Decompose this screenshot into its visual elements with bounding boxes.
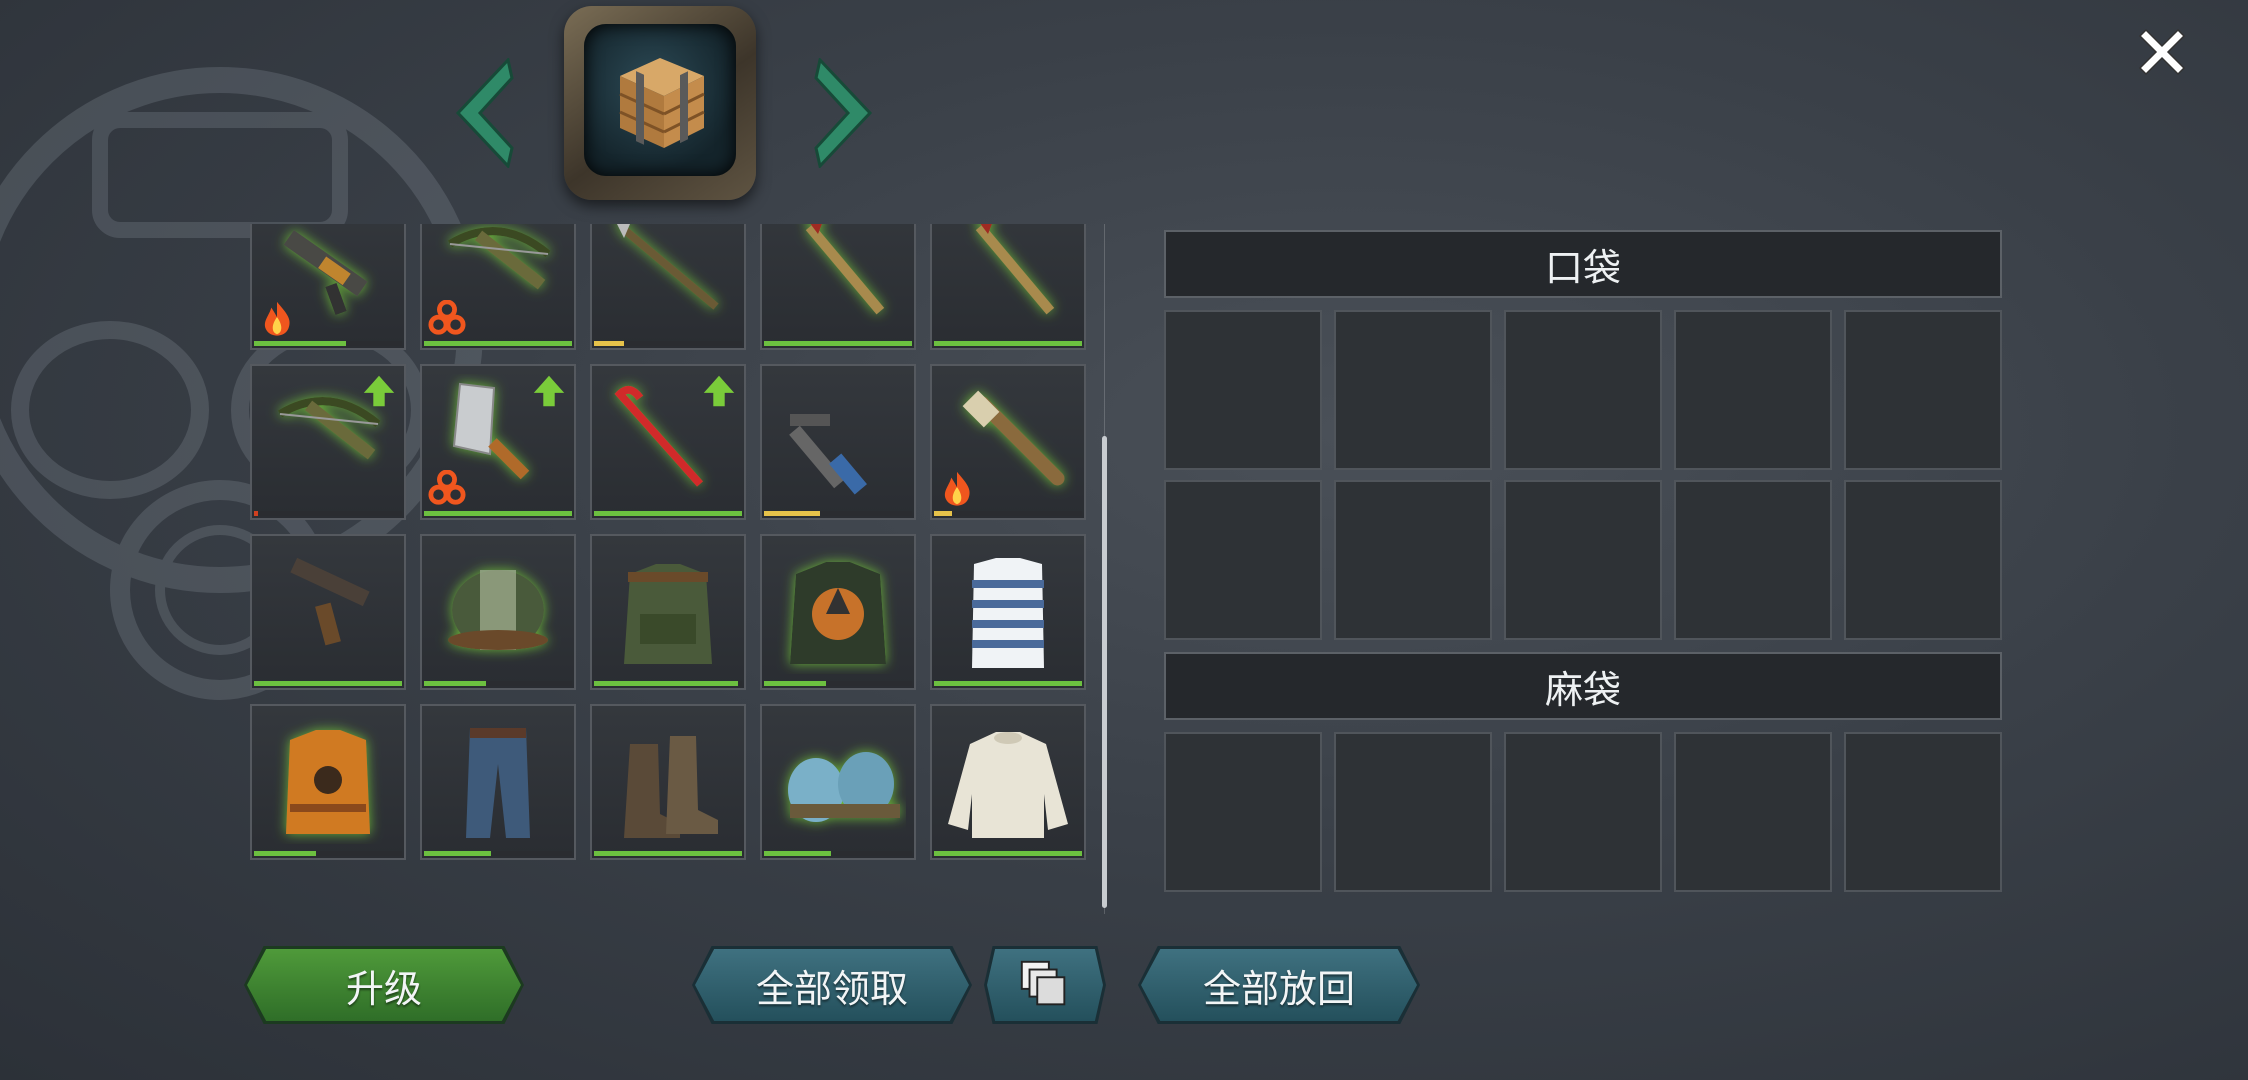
sack-section-title: 麻袋 — [1164, 652, 2002, 720]
stack-icon — [1020, 960, 1066, 1006]
durability-bar — [764, 681, 912, 686]
axe-icon — [805, 224, 885, 315]
pistol-icon — [290, 557, 370, 646]
durability-bar — [594, 851, 742, 856]
inventory-slot-axe[interactable] — [760, 224, 916, 350]
next-container-button[interactable] — [808, 58, 878, 168]
sack-slot[interactable] — [1844, 732, 2002, 892]
close-icon[interactable] — [2130, 20, 2194, 84]
spear-icon — [617, 224, 719, 310]
inventory-slot-axe[interactable] — [930, 224, 1086, 350]
inventory-slot-crossbow[interactable] — [250, 364, 406, 520]
inventory-slot-radiation-vest[interactable] — [250, 704, 406, 860]
upgrade-button-label: 升级 — [345, 966, 422, 1011]
upgrade-button[interactable]: 升级 — [244, 946, 524, 1024]
durability-bar — [934, 681, 1082, 686]
upgrade-arrow-icon — [533, 375, 565, 407]
upgrade-arrow-icon — [703, 375, 735, 407]
take-all-button-label: 全部领取 — [755, 966, 908, 1011]
durability-bar — [424, 341, 572, 346]
durability-bar — [594, 681, 742, 686]
biohazard-icon — [428, 470, 466, 505]
pocket-slot[interactable] — [1844, 480, 2002, 640]
inventory-slot-pistol[interactable] — [250, 534, 406, 690]
sack-slot[interactable] — [1164, 732, 1322, 892]
durability-bar — [254, 341, 402, 346]
inventory-slot-spiked-bat[interactable] — [930, 364, 1086, 520]
bandana-helmet-icon — [448, 570, 548, 650]
upgrade-arrow-icon — [363, 375, 395, 407]
inventory-slot-tactical-vest[interactable] — [590, 534, 746, 690]
inventory-slot-assault-rifle[interactable] — [250, 224, 406, 350]
tactical-vest-icon — [624, 564, 712, 664]
durability-bar — [424, 511, 572, 516]
sack-slot[interactable] — [1674, 732, 1832, 892]
pocket-slot[interactable] — [1334, 480, 1492, 640]
pocket-section-title: 口袋 — [1164, 230, 2002, 298]
radiation-vest-icon — [286, 730, 370, 834]
pocket-slot[interactable] — [1334, 310, 1492, 470]
durability-bar — [594, 341, 742, 346]
durability-bar — [424, 851, 572, 856]
inventory-slot-bandana-helmet[interactable] — [420, 534, 576, 690]
inventory-grid[interactable] — [248, 224, 1096, 914]
durability-bar — [764, 341, 912, 346]
sweater-icon — [948, 732, 1068, 838]
previous-container-button[interactable] — [450, 58, 520, 168]
durability-bar — [594, 511, 742, 516]
striped-shirt-icon — [972, 558, 1044, 668]
inventory-slot-jeans[interactable] — [420, 704, 576, 860]
jeans-icon — [466, 728, 530, 838]
stack-button[interactable] — [984, 946, 1106, 1024]
inventory-slot-striped-shirt[interactable] — [930, 534, 1086, 690]
pocket-slot[interactable] — [1164, 480, 1322, 640]
biohazard-icon — [428, 300, 466, 335]
pocket-slot[interactable] — [1844, 310, 2002, 470]
inventory-slot-crowbar[interactable] — [590, 364, 746, 520]
pipe-wrench-icon — [789, 414, 867, 495]
durability-bar — [934, 341, 1082, 346]
inventory-scrollbar[interactable] — [1102, 436, 1107, 908]
durability-bar — [764, 511, 912, 516]
pocket-slot[interactable] — [1674, 480, 1832, 640]
inventory-slot-spear[interactable] — [590, 224, 746, 350]
durability-bar — [254, 511, 402, 516]
pocket-slot[interactable] — [1504, 310, 1662, 470]
inventory-slot-slippers[interactable] — [760, 704, 916, 860]
armored-jacket-icon — [790, 562, 886, 664]
durability-bar — [254, 681, 402, 686]
durability-bar — [764, 851, 912, 856]
inventory-slot-cleaver[interactable] — [420, 364, 576, 520]
fire-icon — [944, 471, 970, 506]
inventory-slot-crossbow[interactable] — [420, 224, 576, 350]
inventory-slot-sweater[interactable] — [930, 704, 1086, 860]
boots-icon — [624, 736, 718, 838]
pocket-slot[interactable] — [1504, 480, 1662, 640]
put-back-all-button[interactable]: 全部放回 — [1138, 946, 1420, 1024]
axe-icon — [975, 224, 1055, 315]
pocket-slot[interactable] — [1164, 310, 1322, 470]
container-icon-frame — [564, 6, 756, 200]
sack-slot[interactable] — [1504, 732, 1662, 892]
wooden-crate-icon — [619, 58, 705, 148]
durability-bar — [934, 511, 1082, 516]
inventory-slot-pipe-wrench[interactable] — [760, 364, 916, 520]
pocket-slot[interactable] — [1674, 310, 1832, 470]
sack-slot[interactable] — [1334, 732, 1492, 892]
take-all-button[interactable]: 全部领取 — [692, 946, 972, 1024]
inventory-slot-boots[interactable] — [590, 704, 746, 860]
slippers-icon — [788, 752, 900, 822]
durability-bar — [254, 851, 402, 856]
durability-bar — [934, 851, 1082, 856]
inventory-slot-armored-jacket[interactable] — [760, 534, 916, 690]
durability-bar — [424, 681, 572, 686]
put-back-all-button-label: 全部放回 — [1202, 966, 1355, 1011]
fire-icon — [264, 301, 290, 336]
